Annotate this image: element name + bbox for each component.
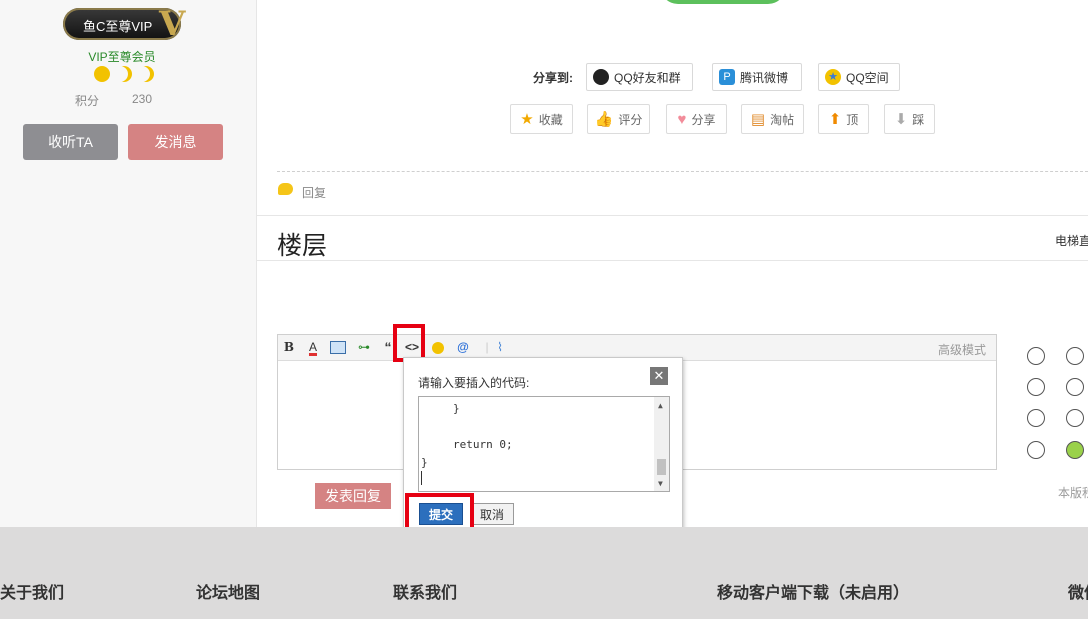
follow-button[interactable]: 收听TA [23, 124, 118, 160]
paperclip-icon: ⌇ [497, 340, 503, 354]
qq-penguin-icon [593, 69, 609, 85]
vip-badge-text: 鱼C至尊VIP [83, 19, 153, 34]
star-icon: ★ [520, 111, 534, 128]
reply-link[interactable]: 回复 [302, 184, 326, 201]
smiley-level-icon [94, 66, 110, 82]
tencent-weibo-icon: P [719, 69, 735, 85]
share-qq-label: QQ好友和群 [614, 70, 681, 85]
level-icons [94, 66, 156, 84]
vip-v-icon: V [159, 4, 186, 44]
points-value: 230 [132, 92, 153, 106]
smiley-icon[interactable] [1066, 409, 1084, 427]
share-qzone-label: QQ空间 [846, 70, 889, 85]
code-line: } [421, 456, 428, 469]
downvote-label: 踩 [912, 112, 925, 127]
smiley-icon[interactable] [1066, 347, 1084, 365]
rate-button[interactable]: 👍 评分 [587, 104, 650, 134]
vip-badge: 鱼C至尊VIP V [63, 4, 185, 44]
divider [277, 171, 1088, 172]
code-line: return 0; [453, 438, 513, 451]
code-textarea[interactable]: } return 0; } ▲ ▼ [418, 396, 670, 492]
vip-level-label: VIP至尊会员 [88, 50, 156, 64]
share-qq-button[interactable]: QQ好友和群 [586, 63, 693, 91]
share-action-label: 分享 [691, 112, 716, 127]
attachment-button[interactable]: ⌇ [491, 339, 509, 356]
link-icon: ⊶ [358, 340, 370, 354]
smiley-icon [432, 341, 444, 354]
code-scrollbar[interactable]: ▲ ▼ [654, 397, 669, 491]
emoji-button[interactable] [429, 339, 447, 356]
divider [257, 215, 1088, 216]
send-message-button[interactable]: 发消息 [128, 124, 223, 160]
footer-link-sitemap[interactable]: 论坛地图 [196, 579, 260, 603]
smiley-icon[interactable] [1066, 441, 1084, 459]
link-button[interactable]: ⊶ [355, 339, 373, 356]
dialog-cancel-button[interactable]: 取消 [470, 503, 514, 525]
share-label: 分享到: [533, 71, 573, 85]
share-qzone-button[interactable]: ★ QQ空间 [818, 63, 900, 91]
submit-reply-button[interactable]: 发表回复 [315, 483, 391, 509]
footer-link-wechat[interactable]: 微信 [1068, 579, 1088, 603]
smiley-icon[interactable] [1027, 347, 1045, 365]
moon-level-icon [116, 66, 132, 82]
divider [257, 260, 1088, 261]
favorite-label: 收藏 [538, 112, 563, 127]
scroll-down-icon[interactable]: ▼ [658, 479, 663, 488]
upvote-label: 顶 [846, 112, 859, 127]
footer-link-mobile[interactable]: 移动客户端下载（未启用） [717, 579, 909, 603]
footer-link-contact[interactable]: 联系我们 [393, 579, 457, 603]
user-sidebar: 鱼C至尊VIP V VIP至尊会员 积分 230 收听TA 发消息 [0, 0, 257, 527]
downvote-button[interactable]: ⬇ 踩 [884, 104, 935, 134]
mention-button[interactable]: @ [454, 339, 472, 356]
close-icon[interactable]: ✕ [650, 367, 668, 385]
bold-button[interactable]: B [280, 339, 298, 356]
taotie-button[interactable]: ▤ 淘帖 [741, 104, 804, 134]
upvote-button[interactable]: ⬆ 顶 [818, 104, 869, 134]
rate-label: 评分 [618, 112, 643, 127]
points-label: 积分 [75, 94, 100, 108]
taotie-label: 淘帖 [770, 112, 795, 127]
scroll-up-icon[interactable]: ▲ [658, 401, 663, 410]
share-weibo-label: 腾讯微博 [740, 70, 789, 85]
share-button[interactable]: ♥ 分享 [666, 104, 727, 134]
footer-link-about[interactable]: 关于我们 [0, 579, 64, 603]
footer: 关于我们 论坛地图 联系我们 移动客户端下载（未启用） 微信 [0, 527, 1088, 619]
elevator-link[interactable]: 电梯直 [1055, 232, 1088, 249]
text-caret [421, 471, 422, 485]
code-line: } [453, 402, 460, 415]
inbox-icon: ▤ [750, 111, 766, 128]
speech-bubble-icon [278, 183, 293, 195]
image-icon [330, 341, 346, 355]
smiley-icon[interactable] [1066, 378, 1084, 396]
qzone-star-icon: ★ [825, 69, 841, 85]
smiley-icon[interactable] [1027, 441, 1045, 459]
advanced-mode-link[interactable]: 高级模式 [938, 341, 986, 358]
heart-icon: ♥ [677, 110, 687, 128]
arrow-up-icon: ⬆ [828, 111, 842, 128]
dialog-prompt: 请输入要插入的代码: [418, 376, 530, 390]
smiley-icon[interactable] [1027, 378, 1045, 396]
moon-level-icon [138, 66, 154, 82]
arrow-down-icon: ⬇ [894, 111, 908, 128]
smiley-icon[interactable] [1027, 409, 1045, 427]
font-color-button[interactable]: A [304, 339, 322, 356]
scrollbar-thumb[interactable] [657, 459, 666, 475]
thumbs-up-icon: 👍 [594, 111, 614, 128]
green-top-button[interactable] [660, 0, 786, 4]
image-button[interactable] [329, 339, 347, 356]
share-weibo-button[interactable]: P 腾讯微博 [712, 63, 802, 91]
floor-title: 楼层 [277, 232, 328, 260]
favorite-button[interactable]: ★ 收藏 [510, 104, 573, 134]
board-rules-link[interactable]: 本版积 [1058, 484, 1088, 501]
